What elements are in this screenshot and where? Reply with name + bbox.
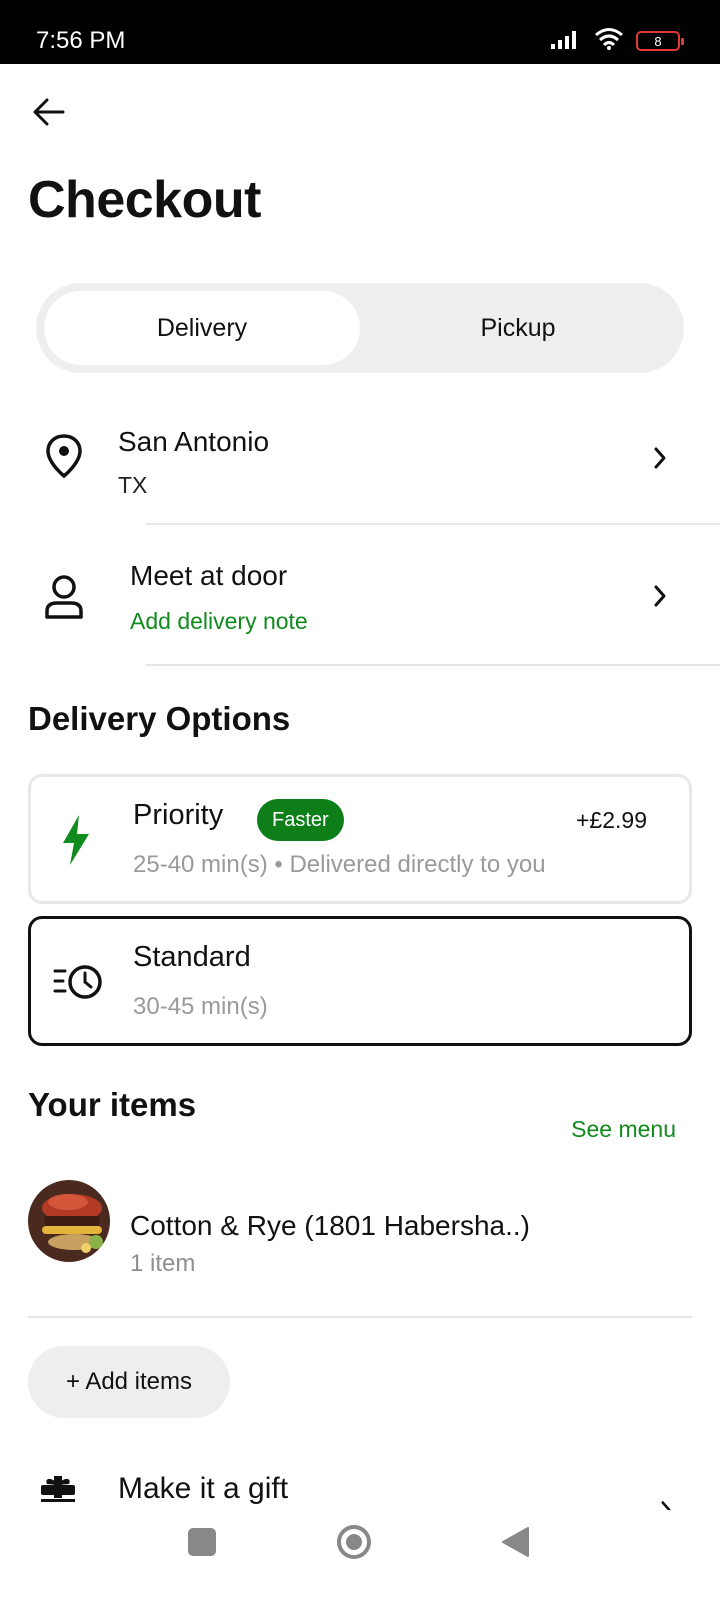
add-delivery-note-link[interactable]: Add delivery note: [130, 608, 308, 635]
chevron-right-icon: [654, 447, 666, 469]
gift-label: Make it a gift: [118, 1472, 289, 1505]
status-bar: 7:56 PM 8: [0, 0, 720, 64]
store-item-count: 1 item: [130, 1250, 196, 1277]
store-name[interactable]: Cotton & Rye (1801 Habersha..): [130, 1210, 530, 1242]
delivery-mode-toggle: Delivery Pickup: [36, 283, 684, 373]
option-detail: 30-45 min(s): [133, 993, 268, 1020]
delivery-options-title: Delivery Options: [28, 700, 291, 737]
delivery-option-standard[interactable]: Standard 30-45 min(s): [28, 916, 692, 1046]
lightning-icon: [61, 815, 91, 870]
faster-badge: Faster: [257, 799, 344, 841]
option-name: Standard: [133, 941, 251, 973]
location-pin-icon: [40, 432, 88, 480]
divider: [28, 1316, 692, 1318]
back-button[interactable]: [28, 92, 68, 132]
see-menu-link[interactable]: See menu: [571, 1116, 676, 1143]
tab-delivery[interactable]: Delivery: [44, 291, 360, 365]
your-items-title: Your items: [28, 1086, 197, 1123]
gift-row[interactable]: Make it a gift: [0, 1456, 720, 1519]
signal-icon: [550, 28, 582, 55]
dropoff-title: Meet at door: [130, 560, 288, 591]
option-detail: 25-40 min(s) • Delivered directly to you: [133, 851, 546, 878]
dropoff-row[interactable]: Meet at door Add delivery note: [0, 552, 720, 662]
arrow-left-icon: [33, 98, 65, 126]
address-row[interactable]: San Antonio TX: [0, 410, 720, 520]
recents-button[interactable]: [188, 1528, 216, 1556]
page-title: Checkout: [28, 171, 261, 229]
store-image[interactable]: [28, 1180, 110, 1262]
battery-level: 8: [654, 33, 662, 49]
battery-icon: 8: [636, 31, 684, 51]
delivery-option-priority[interactable]: Priority Faster +£2.99 25-40 min(s) • De…: [28, 774, 692, 904]
clock-fast-icon: [53, 961, 105, 1008]
chevron-right-icon: [654, 585, 666, 607]
home-button[interactable]: [336, 1524, 372, 1560]
address-city: San Antonio: [118, 426, 270, 457]
option-price: +£2.99: [576, 807, 647, 833]
divider: [146, 523, 720, 525]
divider: [146, 664, 720, 666]
system-nav-bar: [0, 1510, 720, 1600]
option-name: Priority: [133, 799, 224, 831]
wifi-icon: [594, 27, 624, 56]
person-icon: [40, 572, 88, 622]
back-nav-button[interactable]: [500, 1526, 530, 1558]
add-items-button[interactable]: + Add items: [28, 1346, 230, 1418]
tab-pickup[interactable]: Pickup: [360, 291, 676, 365]
status-icons: 8: [550, 27, 684, 56]
address-state: TX: [118, 472, 148, 498]
status-time: 7:56 PM: [36, 27, 126, 54]
